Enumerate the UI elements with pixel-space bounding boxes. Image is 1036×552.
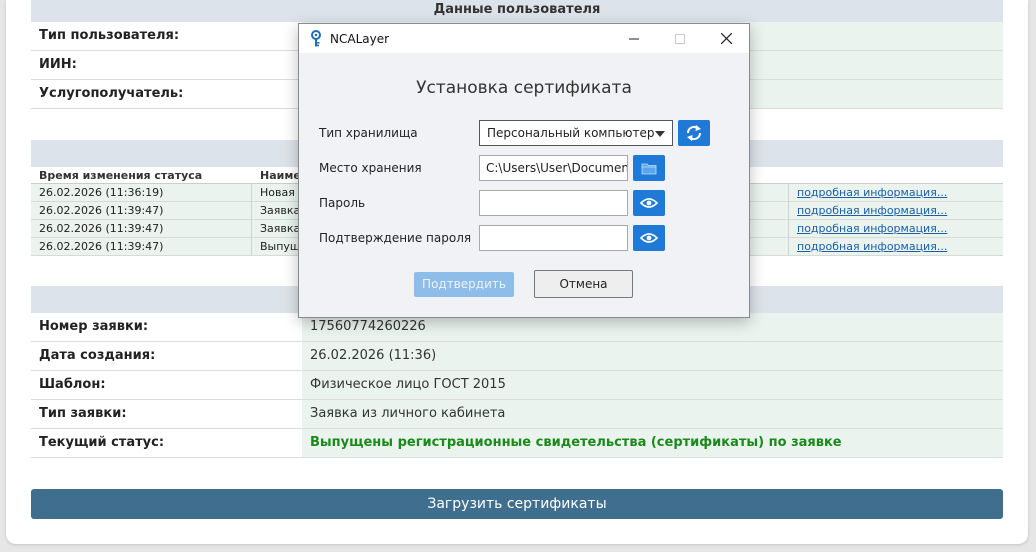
request-type-value: Заявка из личного кабинета	[302, 400, 1003, 428]
creation-date-value: 26.02.2026 (11:36)	[302, 342, 1003, 370]
history-time: 26.02.2026 (11:39:47)	[31, 202, 252, 219]
close-button[interactable]	[703, 24, 749, 53]
template-label: Шаблон:	[39, 377, 106, 392]
request-type-row: Тип заявки: Заявка из личного кабинета	[31, 400, 1003, 429]
ncalayer-dialog: NCALayer Установка сертификата Тип храни…	[298, 23, 750, 318]
chevron-down-icon	[655, 131, 665, 137]
current-status-value: Выпущены регистрационные свидетельства (…	[302, 429, 1003, 457]
details-link[interactable]: подробная информация...	[797, 204, 947, 217]
ncalayer-key-icon	[311, 29, 321, 46]
template-value: Физическое лицо ГОСТ 2015	[302, 371, 1003, 399]
maximize-icon	[675, 33, 685, 44]
refresh-icon	[686, 125, 702, 141]
creation-date-row: Дата создания: 26.02.2026 (11:36)	[31, 342, 1003, 371]
refresh-button[interactable]	[678, 120, 710, 146]
download-certificates-button[interactable]: Загрузить сертификаты	[31, 489, 1003, 519]
password-label: Пароль	[319, 196, 366, 210]
location-label: Место хранения	[319, 161, 422, 175]
service-recipient-label: Услугополучатель:	[39, 86, 184, 101]
confirm-password-field[interactable]	[479, 225, 628, 251]
request-type-label: Тип заявки:	[39, 406, 127, 421]
user-type-label: Тип пользователя:	[39, 28, 180, 43]
minimize-button[interactable]	[611, 24, 657, 53]
maximize-button[interactable]	[657, 24, 703, 53]
history-col-details	[789, 167, 1003, 183]
user-data-header: Данные пользователя	[31, 0, 1003, 22]
browse-folder-button[interactable]	[633, 155, 665, 181]
dialog-heading: Установка сертификата	[416, 78, 632, 98]
creation-date-label: Дата создания:	[39, 348, 156, 363]
password-field[interactable]	[479, 190, 628, 216]
cancel-button[interactable]: Отмена	[534, 270, 633, 298]
details-link[interactable]: подробная информация...	[797, 186, 947, 199]
minimize-icon	[629, 38, 639, 39]
current-status-row: Текущий статус: Выпущены регистрационные…	[31, 429, 1003, 458]
folder-icon	[641, 163, 657, 174]
storage-type-select[interactable]: Персональный компьютер	[479, 120, 673, 146]
current-status-label: Текущий статус:	[39, 435, 165, 450]
dialog-window-title: NCALayer	[330, 31, 390, 46]
location-field[interactable]: C:\Users\User\Documents	[479, 155, 628, 181]
eye-icon	[640, 198, 658, 208]
iin-label: ИИН:	[39, 57, 77, 72]
dialog-titlebar[interactable]: NCALayer	[299, 24, 749, 53]
request-table: Номер заявки: 17560774260226 Дата создан…	[31, 313, 1003, 458]
eye-icon	[640, 233, 658, 243]
show-password-button[interactable]	[633, 190, 665, 216]
details-link[interactable]: подробная информация...	[797, 240, 947, 253]
history-time: 26.02.2026 (11:39:47)	[31, 238, 252, 255]
history-col-time: Время изменения статуса	[39, 169, 203, 182]
request-number-label: Номер заявки:	[39, 319, 149, 334]
confirm-password-label: Подтверждение пароля	[319, 231, 472, 245]
close-icon	[720, 33, 732, 44]
show-confirm-password-button[interactable]	[633, 225, 665, 251]
storage-type-label: Тип хранилища	[319, 126, 418, 140]
template-row: Шаблон: Физическое лицо ГОСТ 2015	[31, 371, 1003, 400]
history-time: 26.02.2026 (11:39:47)	[31, 220, 252, 237]
confirm-button[interactable]: Подтвердить	[414, 272, 514, 297]
details-link[interactable]: подробная информация...	[797, 222, 947, 235]
history-time: 26.02.2026 (11:36:19)	[31, 184, 252, 201]
storage-type-value: Персональный компьютер	[487, 126, 655, 140]
